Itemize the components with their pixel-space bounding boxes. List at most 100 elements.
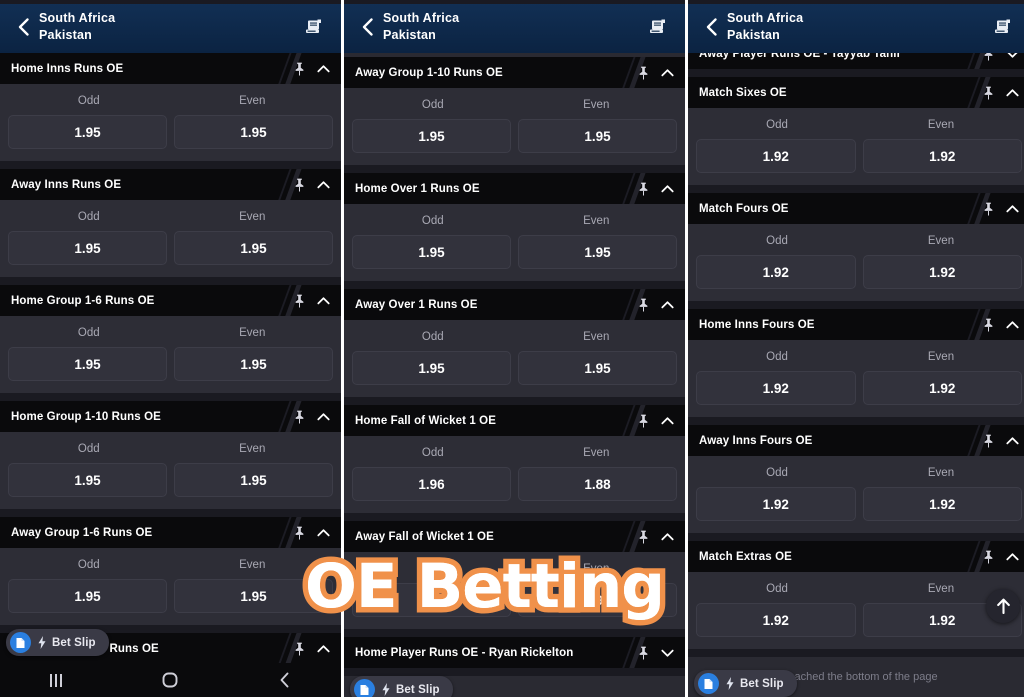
odd-price-button[interactable]: 1.95 (8, 231, 167, 265)
even-price-button[interactable]: 1.92 (862, 487, 1022, 521)
back-button[interactable] (354, 7, 380, 47)
home-icon[interactable] (150, 663, 190, 697)
pin-icon[interactable] (982, 318, 995, 332)
chevron-up-icon[interactable] (661, 182, 674, 195)
even-price-button[interactable]: 1.95 (174, 231, 333, 265)
chevron-up-icon[interactable] (317, 642, 330, 655)
chevron-up-icon[interactable] (317, 294, 330, 307)
odd-price-button[interactable]: 1.95 (8, 579, 167, 613)
chevron-up-icon[interactable] (317, 178, 330, 191)
odd-price-button[interactable]: 1.92 (696, 487, 856, 521)
back-button[interactable] (10, 7, 36, 47)
even-price-button[interactable]: 1.95 (518, 119, 677, 153)
even-price-button[interactable]: 1.95 (518, 351, 677, 385)
market-header[interactable]: Home Inns Runs OE (0, 53, 341, 84)
pin-icon[interactable] (637, 66, 650, 80)
back-button[interactable] (698, 7, 724, 47)
market-header[interactable]: Away Inns Runs OE (0, 169, 341, 200)
scorecard-icon[interactable] (643, 12, 673, 42)
bet-slip-pill-3[interactable]: Bet Slip (694, 670, 797, 697)
market-header[interactable]: Home Inns Fours OE (688, 309, 1024, 340)
scorecard-icon[interactable] (988, 12, 1018, 42)
chevron-up-icon[interactable] (661, 66, 674, 79)
even-price-button[interactable]: 1.95 (174, 115, 333, 149)
odd-price-button[interactable]: 1.95 (352, 351, 511, 385)
odd-price-button[interactable]: 1.95 (352, 583, 511, 617)
bet-slip-pill-2[interactable]: Bet Slip (350, 676, 453, 697)
pin-icon[interactable] (982, 434, 995, 448)
chevron-up-icon[interactable] (661, 414, 674, 427)
panel-divider-2 (685, 0, 688, 697)
market-header[interactable]: Home Group 1-6 Runs OE (0, 285, 341, 316)
market-header[interactable]: Home Group 1-10 Runs OE (0, 401, 341, 432)
even-price-button[interactable]: 1.95 (518, 583, 677, 617)
pin-icon[interactable] (637, 414, 650, 428)
pin-icon[interactable] (637, 182, 650, 196)
odd-price-button[interactable]: 1.92 (696, 139, 856, 173)
pin-icon[interactable] (637, 298, 650, 312)
recents-icon[interactable] (37, 663, 77, 697)
even-price-button[interactable]: 1.88 (518, 467, 677, 501)
market-scroll-2[interactable]: Away Group 1-10 Runs OE Odd Even 1.95 1.95 Ho… (344, 0, 685, 697)
odd-price-button[interactable]: 1.95 (8, 463, 167, 497)
pin-icon[interactable] (637, 646, 650, 660)
odd-price-button[interactable]: 1.95 (352, 119, 511, 153)
market-header[interactable]: Match Sixes OE (688, 77, 1024, 108)
odd-price-button[interactable]: 1.92 (696, 603, 856, 637)
odd-price-button[interactable]: 1.95 (352, 235, 511, 269)
chevron-down-icon[interactable] (661, 646, 674, 659)
market-header-icons (982, 318, 1019, 332)
market-body: Odd Even 1.96 1.88 (344, 436, 685, 513)
outcome-labels: OddEven (696, 579, 1022, 603)
even-price-button[interactable]: 1.92 (862, 255, 1022, 289)
chevron-up-icon[interactable] (1006, 318, 1019, 331)
market-header[interactable]: Home Player Runs OE - Ryan Rickelton (344, 637, 685, 668)
back-icon[interactable] (264, 663, 304, 697)
market-header[interactable]: Home Fall of Wicket 1 OE (344, 405, 685, 436)
odd-price-button[interactable]: 1.92 (696, 371, 856, 405)
even-price-button[interactable]: 1.92 (862, 371, 1022, 405)
pin-icon[interactable] (293, 294, 306, 308)
chevron-up-icon[interactable] (1006, 86, 1019, 99)
pin-icon[interactable] (982, 202, 995, 216)
scroll-to-top-button[interactable] (986, 589, 1020, 623)
bet-slip-pill-1[interactable]: Bet Slip (6, 629, 109, 656)
chevron-up-icon[interactable] (661, 298, 674, 311)
pin-icon[interactable] (293, 642, 306, 656)
pin-icon[interactable] (982, 86, 995, 100)
odd-price-button[interactable]: 1.95 (8, 115, 167, 149)
market-header[interactable]: Away Over 1 Runs OE (344, 289, 685, 320)
market-scroll-1[interactable]: Home Inns Runs OE Odd Even 1.95 1.95 Away Inn… (0, 0, 341, 697)
chevron-up-icon[interactable] (1006, 434, 1019, 447)
even-price-button[interactable]: 1.95 (518, 235, 677, 269)
pin-icon[interactable] (293, 178, 306, 192)
pin-icon[interactable] (982, 550, 995, 564)
even-price-button[interactable]: 1.92 (862, 139, 1022, 173)
odd-price-button[interactable]: 1.92 (696, 255, 856, 289)
market-header[interactable]: Home Over 1 Runs OE (344, 173, 685, 204)
scorecard-icon[interactable] (299, 12, 329, 42)
market-header[interactable]: Match Extras OE (688, 541, 1024, 572)
odd-price-button[interactable]: 1.96 (352, 467, 511, 501)
even-price-button[interactable]: 1.95 (174, 579, 333, 613)
market-header[interactable]: Away Inns Fours OE (688, 425, 1024, 456)
market-header[interactable]: Away Group 1-10 Runs OE (344, 57, 685, 88)
pin-icon[interactable] (293, 410, 306, 424)
chevron-up-icon[interactable] (1006, 550, 1019, 563)
even-price-button[interactable]: 1.95 (174, 463, 333, 497)
odd-price-button[interactable]: 1.95 (8, 347, 167, 381)
pin-icon[interactable] (293, 526, 306, 540)
market-scroll-3[interactable]: Away Player Runs OE - Tayyab Tahir Match … (688, 0, 1024, 697)
chevron-up-icon[interactable] (317, 526, 330, 539)
market-gap (344, 629, 685, 637)
market-header[interactable]: Match Fours OE (688, 193, 1024, 224)
pin-icon[interactable] (293, 62, 306, 76)
chevron-up-icon[interactable] (317, 410, 330, 423)
market-header[interactable]: Away Fall of Wicket 1 OE (344, 521, 685, 552)
chevron-up-icon[interactable] (1006, 202, 1019, 215)
pin-icon[interactable] (637, 530, 650, 544)
market-header[interactable]: Away Group 1-6 Runs OE (0, 517, 341, 548)
chevron-up-icon[interactable] (317, 62, 330, 75)
even-price-button[interactable]: 1.95 (174, 347, 333, 381)
chevron-up-icon[interactable] (661, 530, 674, 543)
